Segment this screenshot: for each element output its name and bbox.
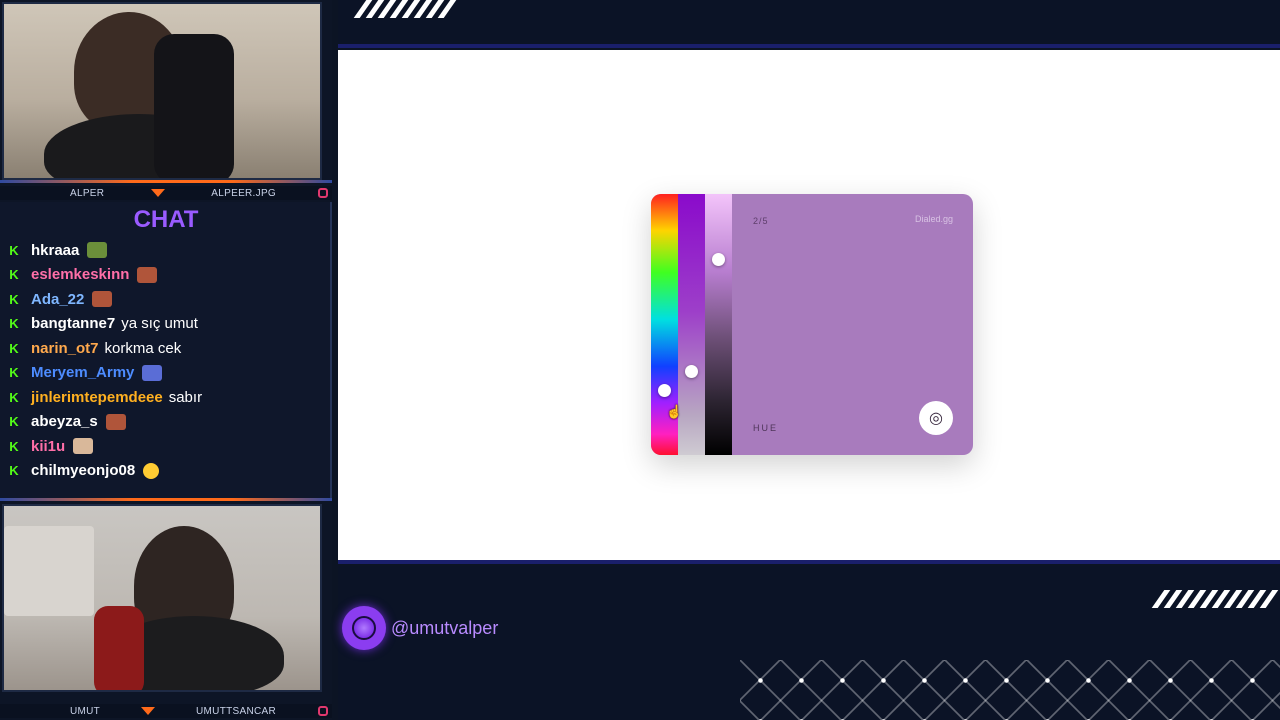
cam-right-name: ALPEER.JPG <box>211 187 276 199</box>
frog-emote <box>87 242 108 259</box>
chat-panel: CHAT Khkraaa Keslemkeskinn K Ada_22 Kbangtan… <box>0 202 332 498</box>
pointer-cursor-icon: ☝ <box>666 404 683 419</box>
chat-message: K Ada_22 <box>8 287 328 312</box>
eyeroll-emote <box>143 462 160 479</box>
bottom-bar: @umutvalper <box>338 566 1280 720</box>
face-emote <box>92 291 113 308</box>
hue-handle[interactable] <box>658 384 671 397</box>
face-emote <box>137 266 158 283</box>
kick-badge-icon: K <box>9 316 19 332</box>
color-picker-card: 2/5 Dialed.gg HUE ◎ ☝ <box>651 194 973 455</box>
target-icon: ◎ <box>929 410 943 427</box>
instagram-icon <box>318 706 328 716</box>
lattice-decoration <box>740 660 1280 720</box>
triangle-icon <box>150 189 165 197</box>
kick-badge-icon: K <box>9 438 19 454</box>
chat-message: Khkraaa <box>8 238 328 263</box>
chat-message: Kbangtanne7 ya sıç umut <box>8 312 328 337</box>
kick-badge-icon: K <box>9 389 19 405</box>
face-emote <box>105 413 126 430</box>
mode-label: HUE <box>753 423 779 433</box>
kick-badge-icon: K <box>9 340 19 356</box>
chat-message: K Meryem_Army <box>8 361 328 386</box>
chat-message: Knarin_ot7 korkma cek <box>8 336 328 361</box>
chat-message: Kjinlerimtepemdeee sabır <box>8 385 328 410</box>
chat-username[interactable]: Meryem_Army <box>31 364 134 381</box>
chat-username[interactable]: chilmyeonjo08 <box>31 462 135 479</box>
round-counter: 2/5 <box>753 216 769 226</box>
handle-text: @umutvalper <box>391 617 499 638</box>
chat-message: Kchilmyeonjo08 <box>8 459 328 484</box>
webcam-top <box>2 2 322 180</box>
saturation-handle[interactable] <box>685 365 698 378</box>
chat-username[interactable]: hkraaa <box>31 242 79 259</box>
kick-badge-icon: K <box>9 365 19 381</box>
cam-left-name: ALPER <box>70 187 105 199</box>
shelf <box>4 526 94 616</box>
kick-badge-icon: K <box>9 414 19 430</box>
cat-emote <box>73 438 94 455</box>
cam-left-name: UMUT <box>70 705 101 717</box>
kick-badge-icon: K <box>9 242 19 258</box>
chat-list: Khkraaa Keslemkeskinn K Ada_22 Kbangtanne7 ya… <box>8 238 328 483</box>
cam-label-top: ALPER ALPEER.JPG <box>0 186 332 200</box>
cam-right-name: UMUTTSANCAR <box>196 705 276 717</box>
chat-username[interactable]: narin_ot7 <box>31 340 99 357</box>
lightness-handle[interactable] <box>712 253 725 266</box>
chat-text: sabır <box>168 388 203 406</box>
red-chair <box>94 606 144 690</box>
chat-username[interactable]: abeyza_s <box>31 413 98 430</box>
instagram-icon <box>318 188 328 198</box>
stripes-decoration <box>1151 590 1279 608</box>
stream-overlay: ALPER ALPEER.JPG CHAT Khkraaa Keslemkeski… <box>0 0 1280 720</box>
cam-label-bottom: UMUT UMUTTSANCAR <box>0 704 332 718</box>
chat-username[interactable]: Ada_22 <box>31 291 84 308</box>
chat-message: Kkii1u <box>8 434 328 459</box>
chat-message: Keslemkeskinn <box>8 263 328 288</box>
chat-message: Kabeyza_s <box>8 410 328 435</box>
kick-badge-icon: K <box>9 267 19 283</box>
left-column: ALPER ALPEER.JPG CHAT Khkraaa Keslemkeski… <box>0 0 332 720</box>
chat-title: CHAT <box>133 206 199 233</box>
banner-emote <box>142 364 163 381</box>
triangle-icon <box>141 707 156 715</box>
stripes-decoration <box>353 0 457 18</box>
kick-badge-icon: K <box>9 291 19 307</box>
chat-username[interactable]: kii1u <box>31 438 65 455</box>
top-bar <box>338 0 1280 48</box>
social-handle: @umutvalper <box>342 606 498 650</box>
webcam-bottom <box>2 504 322 692</box>
chat-username[interactable]: eslemkeskinn <box>31 266 129 283</box>
submit-button[interactable]: ◎ <box>919 401 953 435</box>
cam-divider <box>0 180 332 183</box>
brand-label: Dialed.gg <box>914 214 953 224</box>
lightness-slider[interactable] <box>705 194 732 455</box>
cam-divider <box>0 498 332 501</box>
chat-username[interactable]: jinlerimtepemdeee <box>31 389 163 406</box>
chat-text: ya sıç umut <box>121 315 198 333</box>
chat-text: korkma cek <box>104 339 182 357</box>
globe-icon <box>342 606 386 650</box>
screen-share: 2/5 Dialed.gg HUE ◎ ☝ <box>338 50 1280 564</box>
kick-badge-icon: K <box>9 463 19 479</box>
chat-username[interactable]: bangtanne7 <box>31 315 115 332</box>
chair <box>154 34 234 178</box>
